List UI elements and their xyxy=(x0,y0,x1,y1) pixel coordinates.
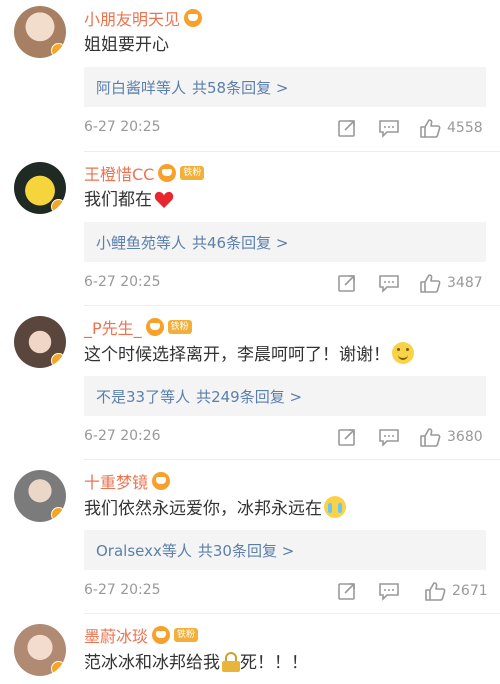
reply-summary[interactable]: 不是33了等人 共249条回复 > xyxy=(84,376,486,416)
like-count: 4558 xyxy=(447,120,483,136)
comment-item: 王橙惜CC 铁粉 我们都在 小鲤鱼苑等人 共46条回复 > 6-27 20:25… xyxy=(0,152,500,306)
avatar[interactable] xyxy=(14,470,66,522)
reply-names: Oralsexx等人 xyxy=(96,541,192,560)
comment-text-content: 这个时候选择离开，李晨呵呵了！谢谢！ xyxy=(84,345,390,365)
comment-text-content-end: 死！！！ xyxy=(240,653,308,673)
fan-badge: 铁粉 xyxy=(174,628,199,642)
verified-badge-icon xyxy=(51,507,66,522)
reply-count: 共46条回复 > xyxy=(192,233,289,252)
like-button[interactable]: 4558 xyxy=(419,117,483,139)
like-icon xyxy=(420,274,441,293)
comment-item: 十重梦镜 我们依然永远爱你，冰邦永远在 Oralsexx等人 共30条回复 > … xyxy=(0,460,500,614)
comment-icon[interactable] xyxy=(378,580,400,602)
comment-text: 姐姐要开心 xyxy=(84,33,169,57)
comment-meta: 6-27 20:25 4558 xyxy=(84,117,486,139)
reply-names: 小鲤鱼苑等人 xyxy=(96,233,187,252)
name-row: 十重梦镜 xyxy=(84,469,171,493)
timestamp: 6-27 20:25 xyxy=(84,274,161,290)
like-button[interactable]: 2671 xyxy=(424,580,488,602)
comment-meta: 6-27 20:25 3487 xyxy=(84,272,486,294)
reply-count: 共249条回复 > xyxy=(196,387,303,406)
share-icon[interactable] xyxy=(337,272,357,294)
comment-item: 小朋友明天见 姐姐要开心 阿白酱咩等人 共58条回复 > 6-27 20:25 … xyxy=(0,0,500,152)
crown-badge-icon xyxy=(152,626,171,644)
crown-badge-icon xyxy=(184,9,203,27)
username[interactable]: 小朋友明天见 xyxy=(84,6,180,30)
like-icon xyxy=(425,582,446,601)
reply-names: 阿白酱咩等人 xyxy=(96,78,187,97)
crown-badge-icon xyxy=(158,164,177,182)
username[interactable]: 墨蔚冰琰 xyxy=(84,623,148,647)
like-count: 3680 xyxy=(447,429,483,445)
crown-badge-icon xyxy=(152,472,171,490)
like-icon xyxy=(420,119,441,138)
reply-summary[interactable]: 小鲤鱼苑等人 共46条回复 > xyxy=(84,222,486,262)
timestamp: 6-27 20:25 xyxy=(84,119,161,135)
reply-names: 不是33了等人 xyxy=(96,387,191,406)
like-button[interactable]: 3680 xyxy=(419,426,483,448)
like-count: 2671 xyxy=(452,583,488,599)
comment-text: 这个时候选择离开，李晨呵呵了！谢谢！ xyxy=(84,342,414,367)
fan-badge: 铁粉 xyxy=(167,320,192,334)
verified-badge-icon xyxy=(51,353,66,368)
comment-item: 墨蔚冰琰 铁粉 范冰冰和冰邦给我 死！！！ xyxy=(0,614,500,684)
comment-text-content: 姐姐要开心 xyxy=(84,35,169,55)
comment-item: _P先生_ 铁粉 这个时候选择离开，李晨呵呵了！谢谢！ 不是33了等人 共249… xyxy=(0,306,500,460)
reply-summary[interactable]: 阿白酱咩等人 共58条回复 > xyxy=(84,67,486,107)
like-count: 3487 xyxy=(447,275,483,291)
crown-badge-icon xyxy=(145,318,164,336)
lock-emoji xyxy=(222,652,240,672)
comment-text: 我们都在 xyxy=(84,188,174,212)
smile-emoji xyxy=(392,342,414,364)
crying-emoji xyxy=(324,496,346,518)
reply-count: 共30条回复 > xyxy=(197,541,295,560)
avatar[interactable] xyxy=(14,316,66,368)
comment-text-content: 范冰冰和冰邦给我 xyxy=(84,653,220,673)
timestamp: 6-27 20:25 xyxy=(84,582,161,598)
username[interactable]: _P先生_ xyxy=(84,315,142,339)
avatar[interactable] xyxy=(14,6,66,58)
comment-icon[interactable] xyxy=(378,272,400,294)
username[interactable]: 王橙惜CC xyxy=(84,161,154,185)
comment-text: 范冰冰和冰邦给我 死！！！ xyxy=(84,651,308,675)
comment-meta: 6-27 20:25 2671 xyxy=(84,580,488,602)
name-row: 墨蔚冰琰 铁粉 xyxy=(84,623,199,647)
verified-badge-icon xyxy=(51,199,66,214)
name-row: _P先生_ 铁粉 xyxy=(84,315,192,339)
verified-badge-icon xyxy=(51,43,66,58)
share-icon[interactable] xyxy=(337,117,357,139)
comment-icon[interactable] xyxy=(378,117,400,139)
comment-icon[interactable] xyxy=(378,426,400,448)
verified-badge-icon xyxy=(51,661,66,676)
fan-badge: 铁粉 xyxy=(180,166,205,180)
avatar[interactable] xyxy=(14,624,66,676)
avatar[interactable] xyxy=(14,162,66,214)
reply-count: 共58条回复 > xyxy=(192,78,289,97)
like-icon xyxy=(420,428,441,447)
name-row: 王橙惜CC 铁粉 xyxy=(84,161,205,185)
share-icon[interactable] xyxy=(337,580,357,602)
share-icon[interactable] xyxy=(337,426,357,448)
comment-text-content: 我们都在 xyxy=(84,190,152,210)
heart-emoji xyxy=(154,191,174,209)
username[interactable]: 十重梦镜 xyxy=(84,469,148,493)
name-row: 小朋友明天见 xyxy=(84,6,203,30)
like-button[interactable]: 3487 xyxy=(419,272,483,294)
comment-text: 我们依然永远爱你，冰邦永远在 xyxy=(84,496,346,521)
reply-summary[interactable]: Oralsexx等人 共30条回复 > xyxy=(84,530,486,570)
timestamp: 6-27 20:26 xyxy=(84,428,161,444)
comment-text-content: 我们依然永远爱你，冰邦永远在 xyxy=(84,499,322,519)
comment-meta: 6-27 20:26 3680 xyxy=(84,426,486,448)
